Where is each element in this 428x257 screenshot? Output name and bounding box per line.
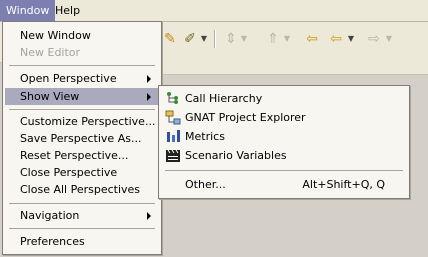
menu-separator xyxy=(9,109,155,110)
close-perspective-item[interactable]: Close Perspective xyxy=(5,164,159,181)
metrics-item[interactable]: Metrics xyxy=(161,128,407,145)
window-menu: New Window New Editor Open Perspective S… xyxy=(2,21,162,255)
open-perspective-item[interactable]: Open Perspective xyxy=(5,70,159,87)
wand-icon[interactable]: ✐ xyxy=(182,31,198,47)
new-editor-item: New Editor xyxy=(20,46,81,59)
reset-perspective-item[interactable]: Reset Perspective... xyxy=(5,147,159,164)
submenu-arrow-icon xyxy=(147,212,151,220)
forward-icon: ⇨ xyxy=(368,31,380,47)
scenario-variables-item[interactable]: Scenario Variables xyxy=(161,147,407,164)
close-all-perspectives-item[interactable]: Close All Perspectives xyxy=(5,181,159,198)
menu-separator xyxy=(9,65,155,66)
navigate-dropdown-icon: ▼ xyxy=(240,34,248,43)
pencil-icon[interactable]: ✎ xyxy=(162,31,178,47)
menu-bar: Window Help xyxy=(0,0,428,22)
metrics-icon xyxy=(167,130,180,142)
editor-panel-edge xyxy=(158,62,428,75)
menu-help[interactable]: Help xyxy=(49,0,86,21)
show-view-item[interactable]: Show View xyxy=(5,88,159,105)
new-window-item[interactable]: New Window xyxy=(5,27,159,44)
wand-dropdown-icon[interactable]: ▼ xyxy=(200,31,208,47)
shortcut-label: Alt+Shift+Q, Q xyxy=(302,178,385,191)
toolbar-separator xyxy=(214,30,216,48)
navigate-icon: ⇕ xyxy=(225,31,237,47)
forward-dropdown-icon: ▼ xyxy=(385,34,393,43)
jump-dropdown-icon: ▼ xyxy=(283,34,291,43)
menu-window[interactable]: Window xyxy=(0,0,56,21)
navigation-item[interactable]: Navigation xyxy=(5,207,159,224)
project-explorer-icon xyxy=(165,110,181,125)
back-icon[interactable]: ⇦ xyxy=(328,31,344,47)
menu-separator xyxy=(165,170,403,171)
show-view-submenu: Call Hierarchy GNAT Project Explorer Met… xyxy=(158,85,410,199)
preferences-item[interactable]: Preferences xyxy=(5,233,159,250)
clapperboard-icon xyxy=(166,149,180,162)
previous-edit-icon[interactable]: ⇦ xyxy=(304,31,320,47)
call-hierarchy-item[interactable]: Call Hierarchy xyxy=(161,90,407,107)
customize-perspective-item[interactable]: Customize Perspective... xyxy=(5,113,159,130)
back-dropdown-icon[interactable]: ▼ xyxy=(347,31,355,47)
submenu-arrow-icon xyxy=(147,75,151,83)
menu-separator xyxy=(9,203,155,204)
gnat-project-explorer-item[interactable]: GNAT Project Explorer xyxy=(161,109,407,126)
menu-separator xyxy=(9,228,155,229)
jump-icon: ⇑ xyxy=(267,31,279,47)
call-hierarchy-icon xyxy=(167,92,178,104)
other-views-item[interactable]: Other... Alt+Shift+Q, Q xyxy=(161,176,407,193)
save-perspective-as-item[interactable]: Save Perspective As... xyxy=(5,130,159,147)
submenu-arrow-icon xyxy=(147,93,151,101)
